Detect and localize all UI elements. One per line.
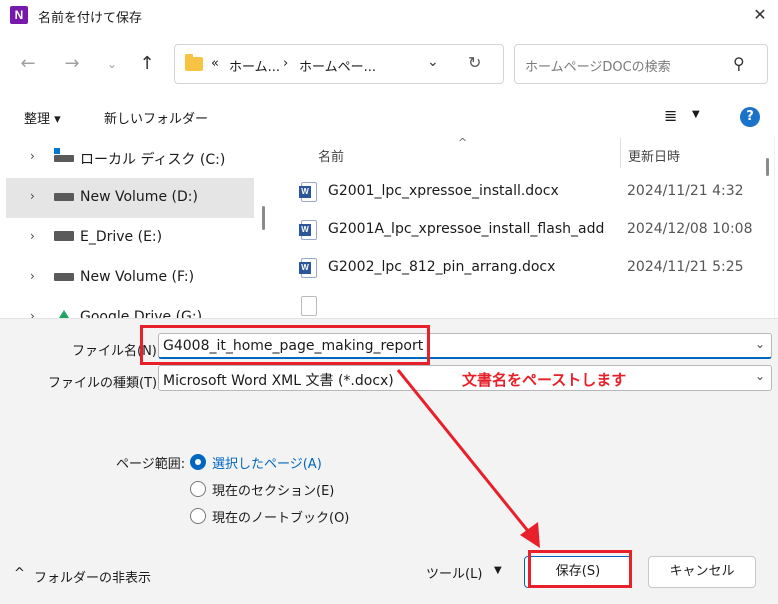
file-scrollbar-thumb[interactable] — [766, 158, 769, 176]
radio-label-selected-page[interactable]: 選択したページ(A) — [212, 453, 322, 472]
file-name: G2002_lpc_812_pin_arrang.docx — [328, 259, 556, 275]
file-date: 2024/11/21 5:25 — [627, 259, 744, 275]
nav-item-e-drive[interactable]: › E_Drive (E:) — [6, 218, 254, 258]
word-badge: W — [299, 186, 311, 198]
refresh-icon[interactable]: ↻ — [468, 53, 481, 72]
breadcrumb-item[interactable]: ホームペー... — [299, 56, 376, 75]
address-bar[interactable]: « ホーム... › ホームペー... ⌄ ↻ — [174, 44, 504, 84]
toolbar: 整理 ▾ 新しいフォルダー ≣ ▼ ? — [0, 100, 778, 136]
highlight-box-file-name — [140, 325, 430, 365]
chevron-right-icon[interactable]: › — [30, 149, 35, 163]
folder-icon — [185, 54, 203, 71]
file-date: 2024/12/08 10:08 — [627, 221, 753, 237]
file-row[interactable]: W G2002_lpc_812_pin_arrang.docx 2024/11/… — [296, 250, 766, 286]
chevron-right-icon[interactable]: › — [30, 309, 35, 318]
radio-label-current-section[interactable]: 現在のセクション(E) — [212, 480, 334, 499]
radio-current-section[interactable] — [190, 481, 206, 497]
google-drive-icon — [54, 310, 74, 318]
file-name: G2001A_lpc_xpressoe_install_flash_add.d.… — [328, 221, 606, 237]
search-icon[interactable]: ⚲ — [733, 54, 745, 73]
title-bar: N 名前を付けて保存 ✕ — [0, 0, 778, 30]
chevron-down-icon[interactable]: ⌄ — [755, 369, 765, 383]
column-divider[interactable] — [620, 138, 621, 168]
file-date: 2024/11/21 4:32 — [627, 183, 744, 199]
highlight-box-save — [528, 550, 632, 588]
file-type-label: ファイルの種類(T): — [48, 376, 162, 391]
close-button[interactable]: ✕ — [742, 0, 778, 30]
nav-item-label: New Volume (F:) — [80, 269, 195, 285]
search-input[interactable]: ホームページDOCの検索 ⚲ — [514, 44, 768, 84]
window-title: 名前を付けて保存 — [38, 11, 143, 26]
onenote-app-icon: N — [10, 6, 28, 24]
nav-item-label: New Volume (D:) — [80, 189, 198, 205]
column-header-date[interactable]: 更新日時 — [628, 146, 680, 165]
nav-item-label: E_Drive (E:) — [80, 229, 163, 245]
radio-label-current-notebook[interactable]: 現在のノートブック(O) — [212, 507, 349, 526]
new-folder-button[interactable]: 新しいフォルダー — [104, 108, 208, 127]
forward-arrow-icon[interactable]: → — [60, 52, 84, 76]
radio-current-notebook[interactable] — [190, 508, 206, 524]
page-range-label: ページ範囲: — [116, 457, 186, 472]
cancel-button[interactable]: キャンセル — [648, 556, 756, 588]
organize-button[interactable]: 整理 ▾ — [24, 108, 61, 127]
nav-scrollbar-thumb[interactable] — [262, 206, 265, 230]
help-icon[interactable]: ? — [740, 107, 760, 127]
annotation-text: 文書名をペーストします — [462, 371, 627, 389]
word-document-icon: W — [299, 220, 317, 240]
search-placeholder: ホームページDOCの検索 — [525, 60, 671, 75]
file-type-value: Microsoft Word XML 文書 (*.docx) — [163, 373, 394, 389]
navigation-pane: › ローカル ディスク (C:) › New Volume (D:) › E_D… — [0, 136, 270, 318]
radio-selected-page[interactable] — [190, 454, 206, 470]
word-badge: W — [299, 224, 311, 236]
file-scrollbar-track[interactable] — [774, 136, 775, 318]
chevron-right-icon[interactable]: › — [30, 229, 35, 243]
nav-item-volume-d[interactable]: › New Volume (D:) — [6, 178, 254, 218]
word-document-icon: W — [299, 258, 317, 278]
hide-folders-button[interactable]: フォルダーの非表示 — [34, 567, 151, 586]
word-badge: W — [299, 262, 311, 274]
word-document-icon: W — [299, 182, 317, 202]
nav-item-volume-f[interactable]: › New Volume (F:) — [6, 258, 254, 298]
document-icon — [301, 296, 317, 316]
tools-button[interactable]: ツール(L) — [426, 563, 482, 582]
chevron-right-icon[interactable]: › — [30, 189, 35, 203]
breadcrumb-overflow[interactable]: « — [211, 56, 219, 71]
file-row[interactable]: W G2001_lpc_xpressoe_install.docx 2024/1… — [296, 174, 766, 210]
file-row[interactable]: W G2001A_lpc_xpressoe_install_flash_add.… — [296, 212, 766, 248]
sort-ascending-icon[interactable]: ^ — [458, 136, 467, 149]
usb-drive-icon — [54, 231, 74, 241]
nav-item-local-disk-c[interactable]: › ローカル ディスク (C:) — [6, 138, 254, 178]
up-arrow-icon[interactable]: ↑ — [135, 52, 159, 76]
address-dropdown-icon[interactable]: ⌄ — [427, 54, 439, 70]
file-row-partial[interactable] — [296, 288, 766, 318]
drive-icon — [54, 273, 74, 281]
back-arrow-icon[interactable]: ← — [16, 52, 40, 76]
column-header-name[interactable]: 名前 — [318, 146, 344, 165]
nav-item-google-drive[interactable]: › Google Drive (G:) — [6, 298, 254, 318]
chevron-up-icon[interactable]: ^ — [14, 566, 25, 581]
view-dropdown-icon[interactable]: ▼ — [692, 109, 700, 120]
drive-c-icon — [54, 148, 74, 162]
breadcrumb-separator-icon[interactable]: › — [283, 56, 288, 71]
drive-icon — [54, 193, 74, 201]
nav-item-label: ローカル ディスク (C:) — [80, 152, 226, 168]
file-name: G2001_lpc_xpressoe_install.docx — [328, 183, 559, 199]
chevron-right-icon[interactable]: › — [30, 269, 35, 283]
recent-locations-chevron-icon[interactable]: ⌄ — [100, 52, 124, 76]
nav-item-label: Google Drive (G:) — [80, 309, 203, 318]
tools-dropdown-icon[interactable]: ▼ — [494, 565, 502, 576]
view-list-icon[interactable]: ≣ — [664, 106, 677, 125]
chevron-down-icon[interactable]: ⌄ — [755, 337, 765, 351]
file-list-pane: ^ 名前 更新日時 W G2001_lpc_xpressoe_install.d… — [276, 136, 778, 318]
breadcrumb-item[interactable]: ホーム... — [229, 56, 280, 75]
